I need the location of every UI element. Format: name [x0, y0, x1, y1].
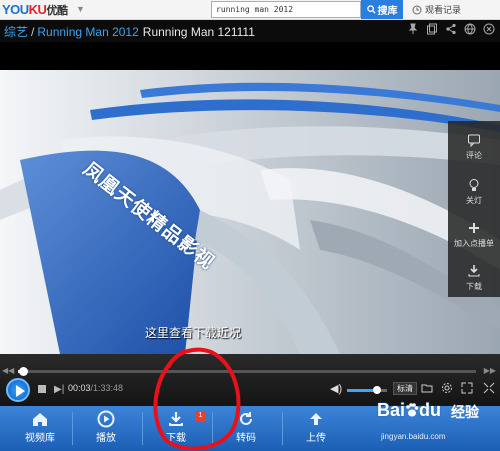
- fast-forward-icon[interactable]: ▶▶: [484, 366, 496, 375]
- side-item-add-playlist[interactable]: 加入点播单: [448, 221, 500, 249]
- progress-handle[interactable]: [18, 367, 28, 376]
- quality-button[interactable]: 标清: [393, 382, 417, 395]
- rewind-icon[interactable]: ◀◀: [2, 366, 14, 375]
- side-item-label: 加入点播单: [454, 239, 494, 248]
- nav-item-label: 视频库: [25, 433, 55, 444]
- download-badge: 1: [195, 411, 206, 421]
- next-icon[interactable]: ▶|: [54, 384, 64, 395]
- breadcrumb-category[interactable]: 综艺: [4, 25, 28, 39]
- top-bar: YOUKU优酷 ▼ running man 2012 搜库 观看记录: [0, 0, 500, 20]
- youku-logo[interactable]: YOUKU优酷: [2, 2, 68, 18]
- side-item-download[interactable]: 下载: [448, 264, 500, 292]
- nav-item-label: 上传: [306, 433, 326, 444]
- play-circle-icon: [97, 410, 115, 428]
- volume-icon[interactable]: ◀): [330, 382, 342, 395]
- side-panel: 评论 关灯 加入点播单 下载: [448, 121, 500, 297]
- expand-icon[interactable]: [461, 382, 473, 394]
- watch-history-label: 观看记录: [425, 5, 462, 15]
- baidu-logo: Bai du: [377, 400, 442, 420]
- total-time: /1:33:48: [90, 383, 124, 393]
- nav-item-label: 下载: [166, 433, 186, 444]
- pin-icon[interactable]: [406, 23, 419, 36]
- volume-slider[interactable]: [347, 386, 387, 394]
- current-time: 00:03: [68, 383, 91, 393]
- side-item-label: 关灯: [466, 196, 482, 205]
- nav-item-label: 转码: [236, 433, 256, 444]
- nav-item-transcode[interactable]: 转码: [213, 406, 279, 451]
- side-item-label: 下载: [466, 282, 482, 291]
- paw-icon: [406, 403, 419, 417]
- nav-item-label: 播放: [96, 433, 116, 444]
- play-button[interactable]: [6, 378, 30, 402]
- chevron-down-icon[interactable]: ▼: [76, 4, 85, 14]
- clock-icon: [412, 5, 422, 14]
- watch-history-button[interactable]: 观看记录: [412, 3, 461, 16]
- title-bar: 综艺 / Running Man 2012 Running Man 121111: [0, 20, 500, 42]
- close-icon[interactable]: [482, 23, 495, 36]
- watermark-url: jingyan.baidu.com: [381, 432, 446, 441]
- side-item-lights[interactable]: 关灯: [448, 178, 500, 206]
- download-icon: [169, 412, 183, 426]
- fullscreen-icon[interactable]: [483, 382, 495, 394]
- nav-item-upload[interactable]: 上传: [283, 406, 349, 451]
- jingyan-label: 经验: [451, 404, 479, 420]
- video-subtitle: 这里查看下载近况: [145, 326, 242, 340]
- breadcrumb-show[interactable]: Running Man 2012: [37, 25, 138, 39]
- time-display: 00:03/1:33:48: [68, 383, 123, 393]
- copy-icon[interactable]: [425, 23, 438, 36]
- page-title: 综艺 / Running Man 2012 Running Man 121111: [4, 23, 255, 40]
- volume-handle[interactable]: [373, 386, 381, 394]
- episode-title: Running Man 121111: [142, 25, 255, 39]
- gear-icon[interactable]: [441, 382, 453, 394]
- search-icon: [366, 5, 376, 14]
- breadcrumb-separator: /: [31, 25, 35, 39]
- side-item-comment[interactable]: 评论: [448, 133, 500, 161]
- nav-item-library[interactable]: 视频库: [7, 406, 73, 451]
- upload-icon: [310, 413, 322, 425]
- download-icon: [468, 265, 480, 277]
- search-button-label: 搜库: [377, 6, 398, 17]
- search-button[interactable]: 搜库: [361, 0, 403, 19]
- baidu-jingyan-watermark: Bai du 经验 jingyan.baidu.com: [373, 398, 499, 451]
- home-icon: [33, 413, 47, 426]
- folder-icon[interactable]: [421, 382, 433, 394]
- comment-icon: [468, 134, 480, 147]
- lightbulb-icon: [469, 179, 479, 191]
- video-frame[interactable]: 凤凰天使精品影视: [0, 70, 500, 354]
- side-item-label: 评论: [466, 151, 482, 160]
- globe-icon[interactable]: [463, 23, 476, 36]
- progress-bar[interactable]: [18, 367, 476, 376]
- nav-item-play[interactable]: 播放: [73, 406, 139, 451]
- plus-icon: [469, 223, 479, 233]
- search-input[interactable]: running man 2012: [211, 1, 361, 18]
- refresh-icon: [240, 412, 252, 425]
- video-player[interactable]: 凤凰天使精品影视 这里查看下载近况: [0, 42, 500, 354]
- share-icon[interactable]: [444, 23, 457, 36]
- stop-button[interactable]: [38, 385, 46, 393]
- title-actions: [406, 23, 495, 36]
